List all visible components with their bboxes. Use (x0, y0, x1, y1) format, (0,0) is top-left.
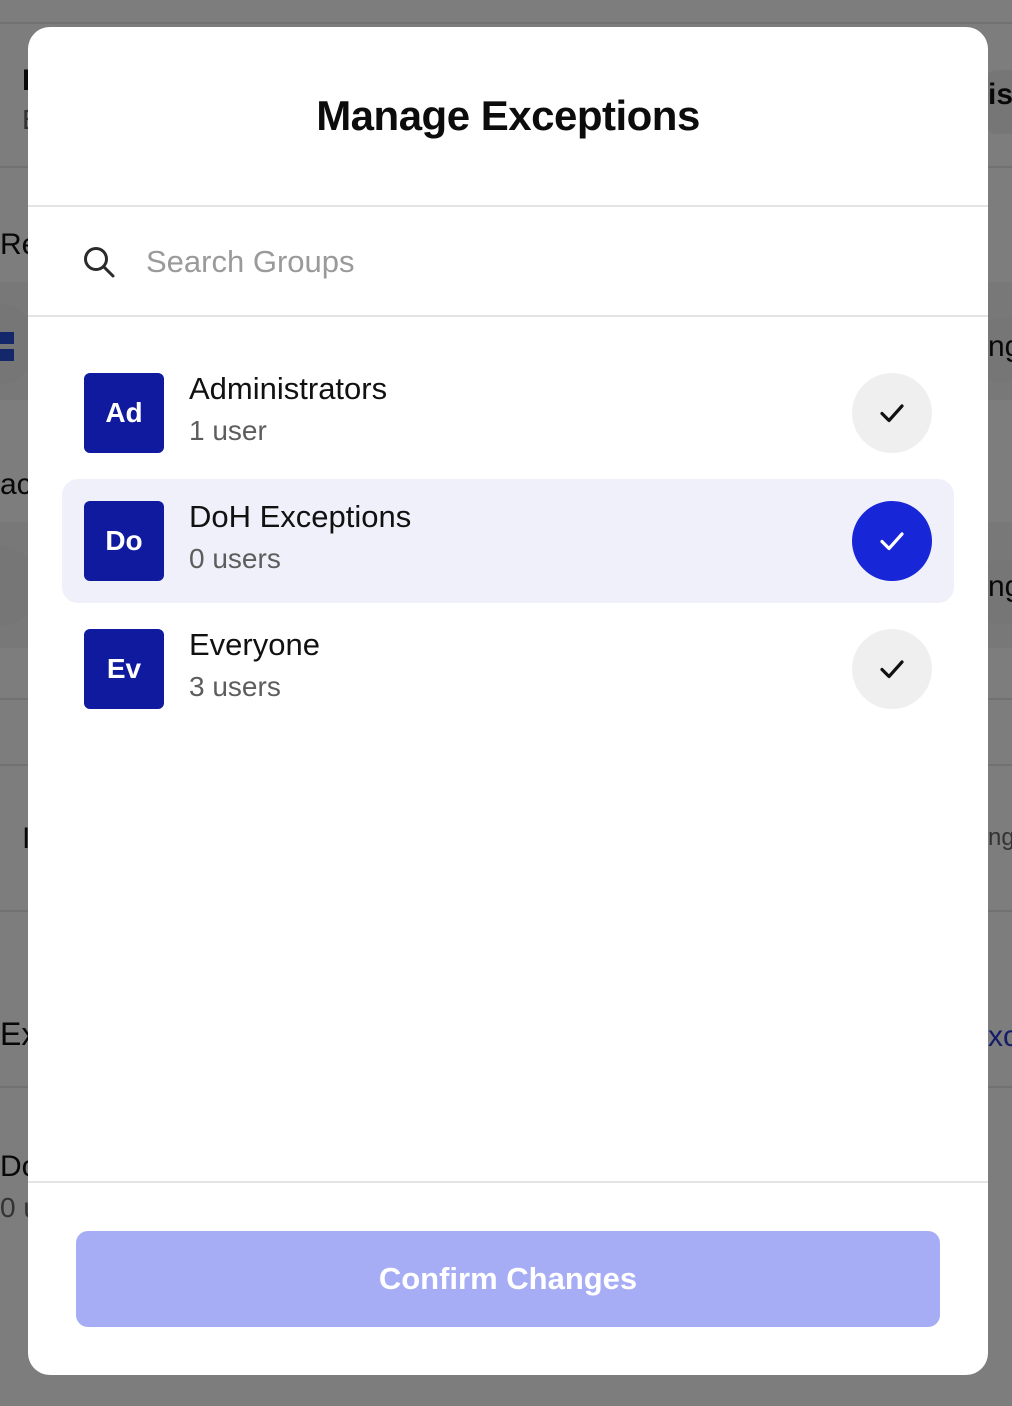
group-user-count: 3 users (189, 671, 281, 702)
search-bar (28, 207, 988, 315)
modal-title: Manage Exceptions (316, 92, 700, 139)
group-avatar: Ev (84, 629, 164, 709)
confirm-changes-button[interactable]: Confirm Changes (76, 1231, 940, 1327)
group-user-count: 1 user (189, 415, 267, 446)
check-icon (880, 404, 904, 423)
group-user-count: 0 users (189, 543, 281, 574)
group-avatar: Ad (84, 373, 164, 453)
manage-exceptions-modal: Manage Exceptions Ad Administrators 1 us… (28, 27, 988, 1375)
group-name: Administrators (189, 371, 388, 406)
group-name: DoH Exceptions (189, 499, 412, 534)
footer-divider (28, 1181, 988, 1183)
group-select-toggle[interactable] (852, 373, 932, 453)
group-row-everyone[interactable]: Ev Everyone 3 users (62, 607, 954, 731)
group-select-toggle[interactable] (852, 501, 932, 581)
search-groups-input[interactable] (146, 233, 906, 291)
group-row-administrators[interactable]: Ad Administrators 1 user (62, 351, 954, 475)
group-name: Everyone (189, 627, 320, 662)
check-icon (880, 660, 904, 679)
group-row-doh-exceptions[interactable]: Do DoH Exceptions 0 users (62, 479, 954, 603)
search-divider (28, 315, 988, 317)
check-icon (880, 532, 904, 551)
search-icon (82, 245, 116, 279)
group-select-toggle[interactable] (852, 629, 932, 709)
group-avatar: Do (84, 501, 164, 581)
